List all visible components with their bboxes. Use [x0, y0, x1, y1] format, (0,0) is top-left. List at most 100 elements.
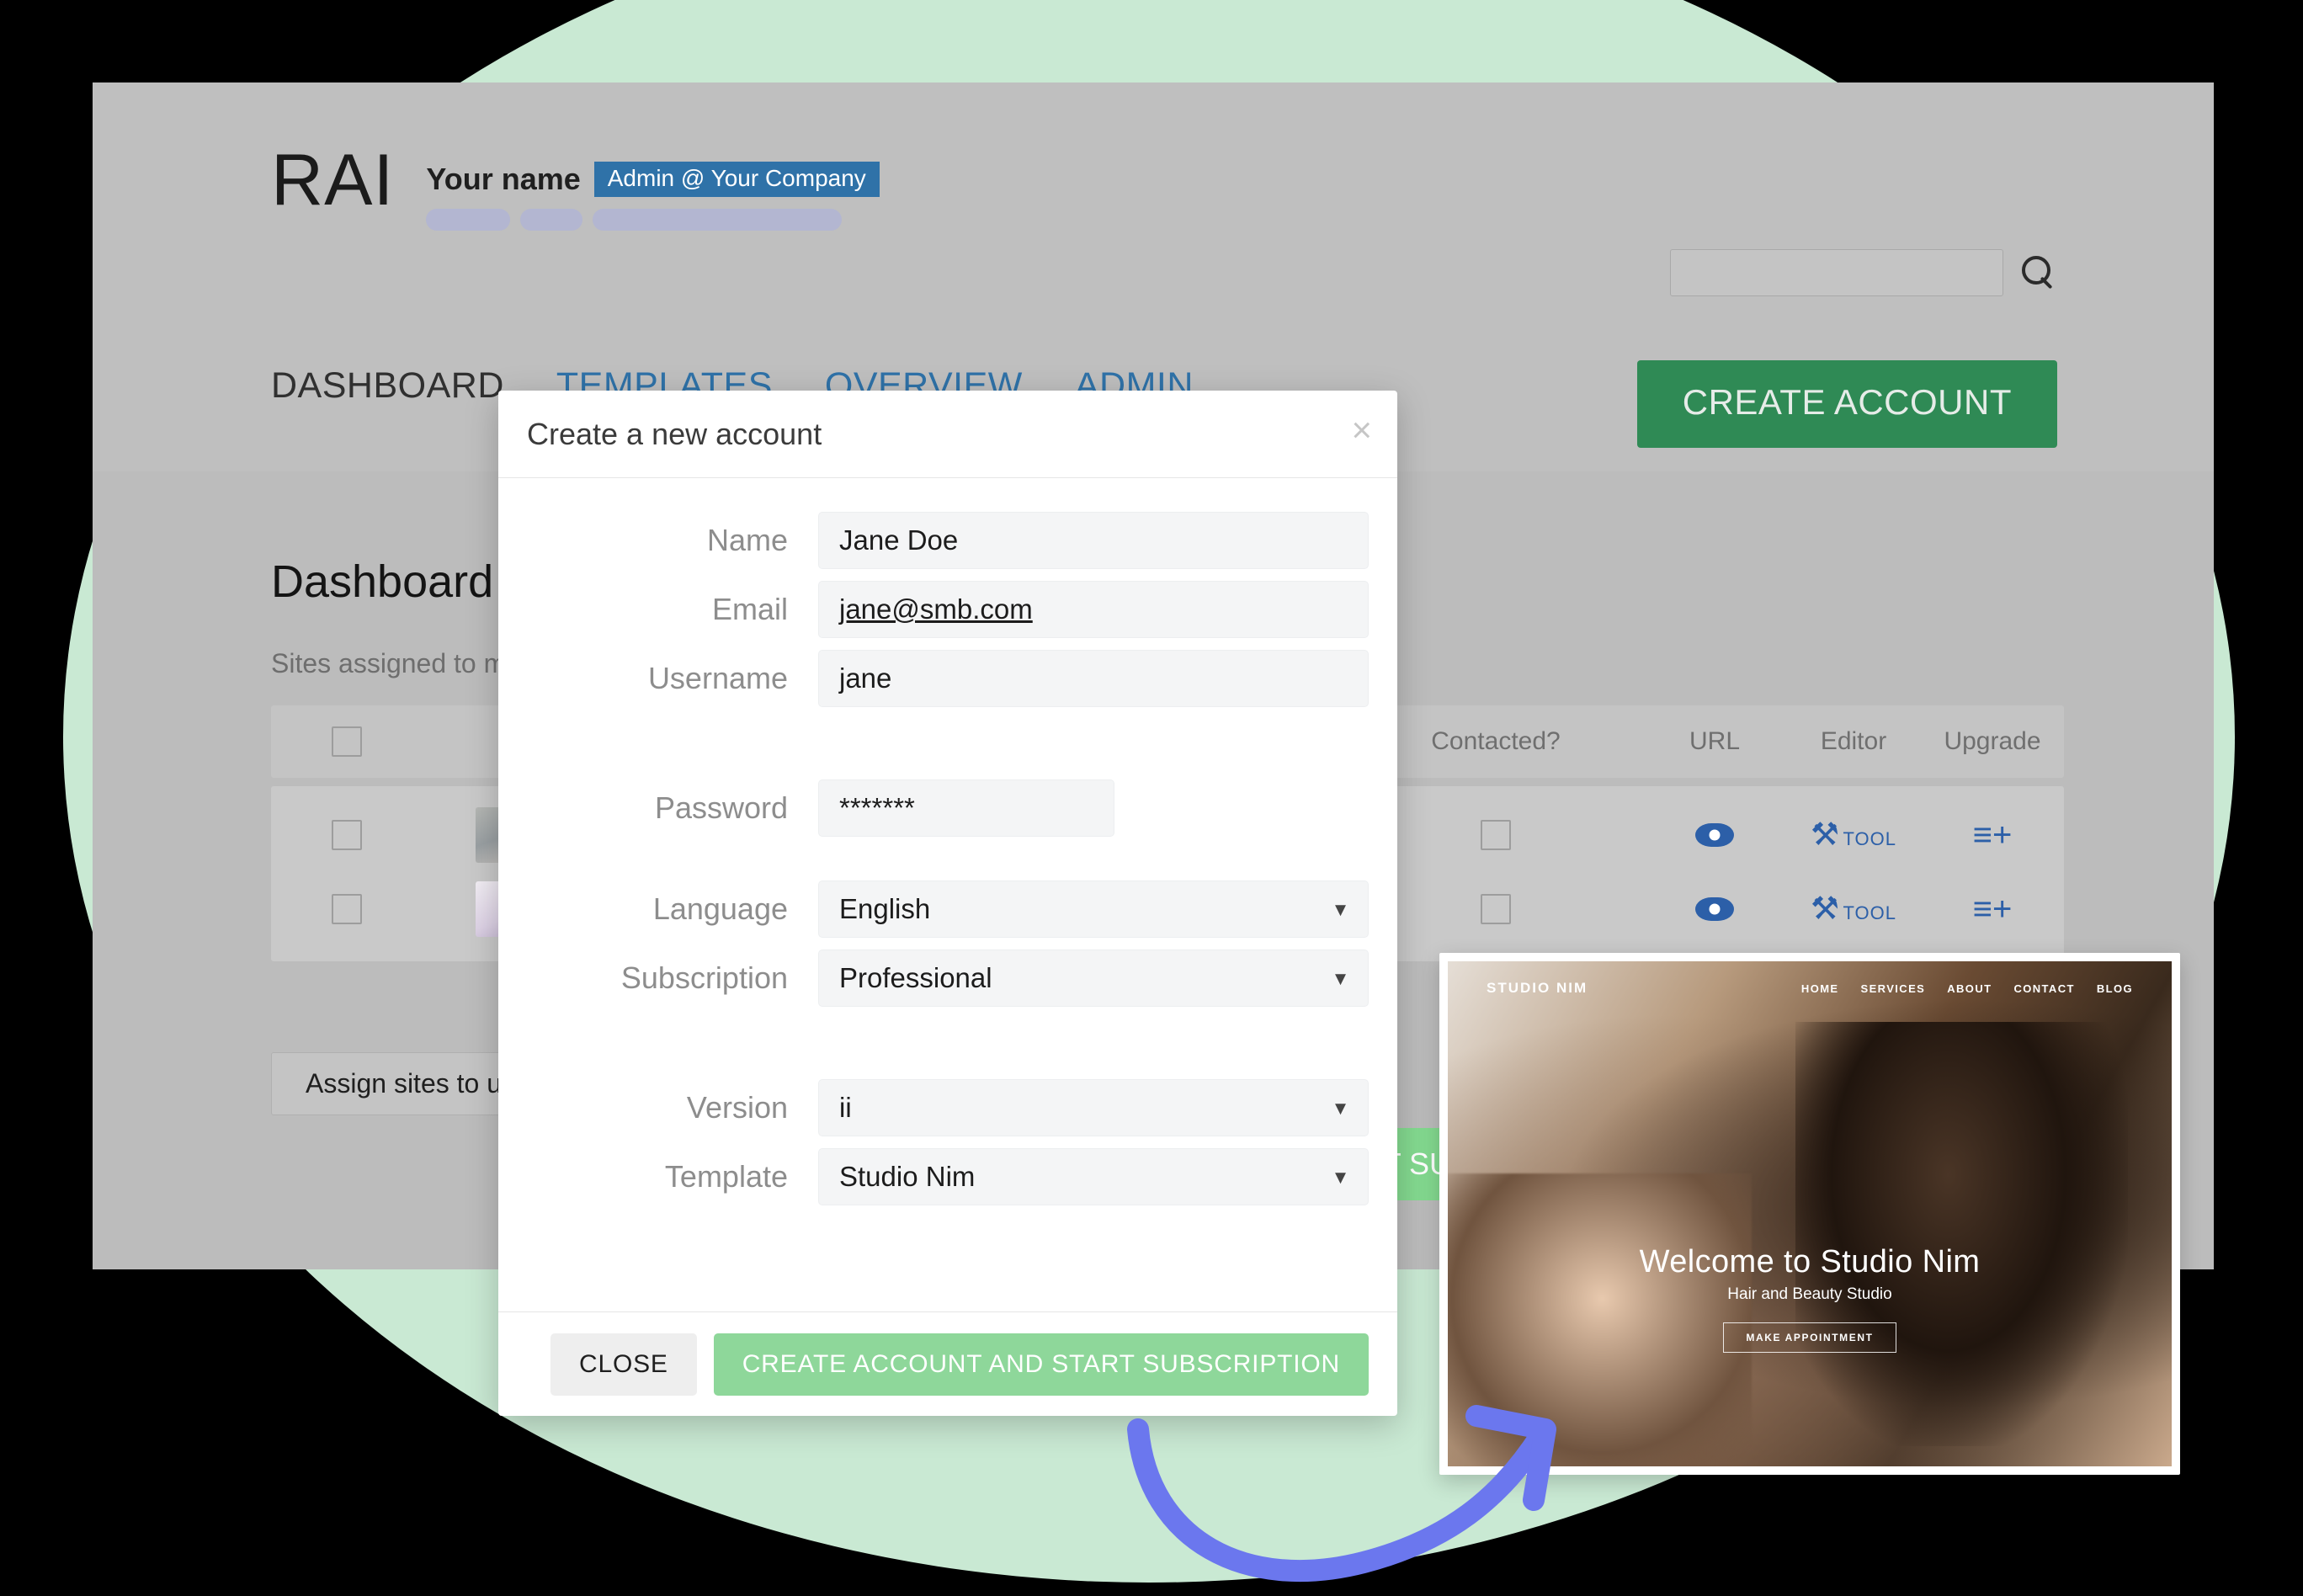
- list-plus-icon[interactable]: ≡+: [1973, 818, 2013, 852]
- search-icon[interactable]: [2020, 254, 2057, 291]
- screenshot-stage: RAI Your name Admin @ Your Company DASHB…: [0, 0, 2303, 1596]
- form-spacer: [527, 849, 1369, 880]
- editor-tool-label: TOOL: [1843, 828, 1897, 849]
- user-name: Your name: [426, 162, 581, 196]
- list-plus-icon[interactable]: ≡+: [1973, 892, 2013, 926]
- placeholder-bar: [593, 209, 843, 231]
- row-upgrade[interactable]: ≡+: [1921, 892, 2064, 926]
- create-account-modal: Create a new account × Name Jane Doe Ema…: [498, 391, 1397, 1416]
- editor-tool[interactable]: ⚒ TOOL: [1811, 819, 1896, 851]
- preview-nav-about: ABOUT: [1947, 982, 1992, 995]
- app-header: RAI Your name Admin @ Your Company: [93, 82, 2214, 335]
- nav-item-dashboard[interactable]: DASHBOARD: [271, 365, 504, 407]
- row-select[interactable]: [271, 894, 423, 924]
- chevron-down-icon: ▾: [1334, 1094, 1346, 1120]
- brand-and-user: RAI Your name Admin @ Your Company: [271, 140, 880, 231]
- preview-nav-links: HOME SERVICES ABOUT CONTACT BLOG: [1801, 982, 2133, 995]
- modal-body: Name Jane Doe Email jane@smb.com Usernam…: [498, 478, 1397, 1205]
- eye-icon[interactable]: [1695, 823, 1734, 847]
- preview-nav-services: SERVICES: [1860, 982, 1926, 995]
- label-name: Name: [706, 523, 788, 557]
- name-input[interactable]: Jane Doe: [818, 512, 1369, 569]
- preview-nav-blog: BLOG: [2096, 982, 2133, 995]
- header-upgrade: Upgrade: [1921, 727, 2064, 756]
- field-email: Email jane@smb.com: [527, 581, 1369, 638]
- preview-cta-button: MAKE APPOINTMENT: [1723, 1322, 1896, 1353]
- field-version: Version ii ▾: [527, 1079, 1369, 1136]
- header-url: URL: [1643, 727, 1786, 756]
- label-email: Email: [711, 592, 788, 626]
- contacted-checkbox[interactable]: [1481, 820, 1511, 850]
- header-editor: Editor: [1786, 727, 1921, 756]
- preview-site-logo: STUDIO NIM: [1487, 980, 1588, 996]
- editor-tool-label: TOOL: [1843, 902, 1897, 923]
- language-select[interactable]: English ▾: [818, 880, 1369, 938]
- preview-headline: Welcome to Studio Nim: [1639, 1244, 1981, 1279]
- column-label-editor: Editor: [1820, 727, 1887, 755]
- version-value: ii: [839, 1092, 852, 1123]
- placeholder-bar: [426, 209, 511, 231]
- preview-figure-right: [1795, 1022, 2129, 1446]
- field-name: Name Jane Doe: [527, 512, 1369, 569]
- label-language: Language: [652, 891, 788, 926]
- user-block: Your name Admin @ Your Company: [426, 162, 880, 231]
- search-area: [1670, 249, 2057, 296]
- label-template: Template: [664, 1159, 788, 1194]
- header-select-all[interactable]: [271, 726, 423, 757]
- preview-site-nav: STUDIO NIM HOME SERVICES ABOUT CONTACT B…: [1448, 980, 2172, 997]
- user-line: Your name Admin @ Your Company: [426, 162, 880, 197]
- app-logo: RAI: [271, 140, 395, 221]
- label-subscription: Subscription: [620, 960, 788, 995]
- preview-subheadline: Hair and Beauty Studio: [1727, 1285, 1892, 1303]
- curved-arrow-icon: [1127, 1405, 1556, 1583]
- close-icon[interactable]: ×: [1351, 412, 1372, 448]
- contacted-checkbox[interactable]: [1481, 894, 1511, 924]
- preview-nav-contact: CONTACT: [2013, 982, 2075, 995]
- preview-nav-home: HOME: [1800, 982, 1839, 995]
- page-subtitle: Sites assigned to me: [271, 648, 522, 678]
- field-username: Username jane: [527, 650, 1369, 707]
- search-input[interactable]: [1670, 249, 2003, 296]
- field-language: Language English ▾: [527, 880, 1369, 938]
- version-select[interactable]: ii ▾: [818, 1079, 1369, 1136]
- chevron-down-icon: ▾: [1334, 1163, 1346, 1189]
- form-spacer: [527, 1019, 1369, 1079]
- preview-hero: Welcome to Studio Nim Hair and Beauty St…: [1448, 1244, 2172, 1353]
- username-input[interactable]: jane: [818, 650, 1369, 707]
- user-role-badge: Admin @ Your Company: [593, 162, 880, 197]
- column-label-upgrade: Upgrade: [1944, 727, 2041, 755]
- select-all-checkbox[interactable]: [332, 726, 362, 757]
- row-editor[interactable]: ⚒ TOOL: [1786, 893, 1921, 925]
- chevron-down-icon: ▾: [1334, 896, 1346, 922]
- modal-title: Create a new account: [527, 416, 822, 451]
- label-username: Username: [647, 661, 788, 695]
- email-input[interactable]: jane@smb.com: [818, 581, 1369, 638]
- template-select[interactable]: Studio Nim ▾: [818, 1148, 1369, 1205]
- placeholder-bars: [426, 209, 879, 231]
- password-input[interactable]: *******: [818, 779, 1114, 837]
- subscription-value: Professional: [839, 962, 992, 993]
- template-value: Studio Nim: [839, 1161, 976, 1192]
- editor-tool[interactable]: ⚒ TOOL: [1811, 893, 1896, 925]
- row-url[interactable]: [1643, 823, 1786, 847]
- placeholder-bar: [520, 209, 583, 231]
- row-url[interactable]: [1643, 897, 1786, 921]
- create-account-button[interactable]: CREATE ACCOUNT: [1636, 360, 2057, 448]
- column-label-contacted: Contacted?: [1431, 727, 1561, 755]
- row-checkbox[interactable]: [332, 894, 362, 924]
- close-button[interactable]: CLOSE: [550, 1333, 697, 1396]
- row-upgrade[interactable]: ≡+: [1921, 818, 2064, 852]
- row-checkbox[interactable]: [332, 820, 362, 850]
- page-title: Dashboard: [271, 556, 494, 607]
- tools-icon: ⚒: [1810, 817, 1840, 853]
- row-editor[interactable]: ⚒ TOOL: [1786, 819, 1921, 851]
- row-select[interactable]: [271, 820, 423, 850]
- tools-icon: ⚒: [1810, 891, 1840, 927]
- field-template: Template Studio Nim ▾: [527, 1148, 1369, 1205]
- eye-icon[interactable]: [1695, 897, 1734, 921]
- label-password: Password: [654, 790, 788, 825]
- field-subscription: Subscription Professional ▾: [527, 950, 1369, 1007]
- field-password: Password *******: [527, 779, 1369, 837]
- subscription-select[interactable]: Professional ▾: [818, 950, 1369, 1007]
- label-version: Version: [686, 1090, 788, 1125]
